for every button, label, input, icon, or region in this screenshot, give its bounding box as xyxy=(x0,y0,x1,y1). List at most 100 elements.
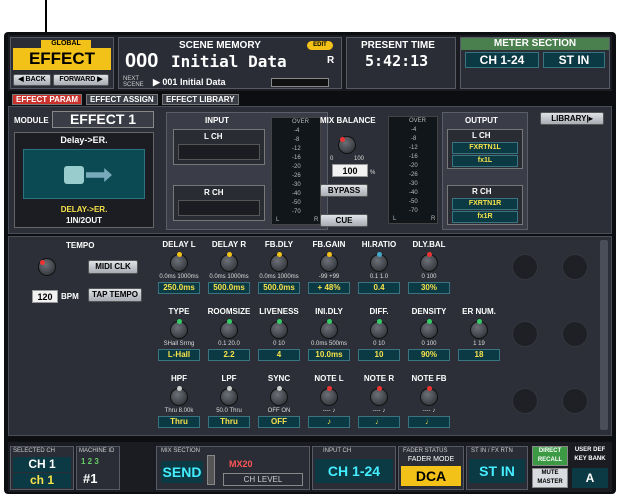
module-selector[interactable]: EFFECT 1 xyxy=(52,111,154,128)
param-value[interactable]: L-Hall xyxy=(158,349,200,361)
cue-button[interactable]: CUE xyxy=(320,214,368,227)
param-knob[interactable] xyxy=(170,386,188,406)
input-l-slot[interactable] xyxy=(178,144,260,160)
param-knob[interactable] xyxy=(370,252,388,272)
param-knob[interactable] xyxy=(270,386,288,406)
selected-ch-box[interactable]: SELECTED CH CH 1 ch 1 xyxy=(10,446,74,490)
back-button[interactable]: ◀ BACK xyxy=(13,74,51,86)
midi-clk-button[interactable]: MIDI CLK xyxy=(88,260,138,274)
param-value[interactable]: 250.0ms xyxy=(158,282,200,294)
knob-indicator xyxy=(227,319,232,324)
param-name: ER NUM. xyxy=(462,307,496,316)
tempo-value[interactable]: 120 xyxy=(32,290,58,303)
param-knob[interactable] xyxy=(320,386,338,406)
param-knob[interactable] xyxy=(320,252,338,272)
param-value[interactable]: 4 xyxy=(258,349,300,361)
param-name: TYPE xyxy=(168,307,190,316)
forward-button[interactable]: FORWARD ▶ xyxy=(53,74,109,86)
tab-effect-library[interactable]: EFFECT LIBRARY xyxy=(162,94,239,105)
output-r-name: fx1R xyxy=(452,211,518,223)
input-l-box[interactable]: L CH xyxy=(173,129,265,165)
param-value[interactable]: 0.4 xyxy=(358,282,400,294)
param-range: ---- ♪ xyxy=(422,408,436,414)
input-ch-box[interactable]: INPUT CH CH 1-24 xyxy=(312,446,396,490)
output-l-box[interactable]: L CH FXRTN1L fx1L xyxy=(447,129,523,169)
param-scrollbar[interactable] xyxy=(600,240,608,430)
meter-section-box[interactable]: METER SECTION CH 1-24 ST IN xyxy=(460,37,610,89)
param-value[interactable]: 500.0ms xyxy=(258,282,300,294)
tab-effect-assign[interactable]: EFFECT ASSIGN xyxy=(86,94,158,105)
present-time-box: PRESENT TIME 5:42:13 xyxy=(346,37,456,89)
param-value[interactable]: 500.0ms xyxy=(208,282,250,294)
bypass-button[interactable]: BYPASS xyxy=(320,184,368,197)
param-knob[interactable] xyxy=(220,252,238,272)
tab-effect-param[interactable]: EFFECT PARAM xyxy=(12,94,83,105)
param-value[interactable]: ♪ xyxy=(308,416,350,428)
mix-min: 0 xyxy=(330,156,334,162)
tap-tempo-button[interactable]: TAP TEMPO xyxy=(88,288,142,302)
output-l-port[interactable]: FXRTN1L xyxy=(452,142,518,154)
mix-section-box[interactable]: MIX SECTION SEND MX20 CH LEVEL xyxy=(156,446,310,490)
input-l-label: L CH xyxy=(204,132,223,141)
param-value[interactable]: ♩ xyxy=(358,416,400,428)
knob-indicator xyxy=(427,386,432,391)
fader-mode: FADER MODE xyxy=(407,456,455,463)
param-knob[interactable] xyxy=(370,386,388,406)
param-knob[interactable] xyxy=(220,319,238,339)
scene-memory-box[interactable]: SCENE MEMORY EDIT 000 Initial Data R NEX… xyxy=(118,37,342,89)
effect-graphic-icon xyxy=(23,149,145,199)
mix-title: MIX BALANCE xyxy=(320,116,376,125)
output-r-port[interactable]: FXRTN1R xyxy=(452,198,518,210)
direct-recall-button[interactable]: DIRECT RECALL xyxy=(532,446,568,466)
param-knob[interactable] xyxy=(420,386,438,406)
param-value[interactable]: Thru xyxy=(158,416,200,428)
input-r-box[interactable]: R CH xyxy=(173,185,265,221)
sel-title: SELECTED CH xyxy=(13,448,56,454)
meter-st-button[interactable]: ST IN xyxy=(543,52,605,68)
mix-value[interactable]: 100 xyxy=(332,164,368,177)
param-knob[interactable] xyxy=(320,319,338,339)
output-l-name: fx1L xyxy=(452,155,518,167)
param-value[interactable]: 30% xyxy=(408,282,450,294)
param-value[interactable]: 18 xyxy=(458,349,500,361)
param-range: 1 19 xyxy=(473,341,485,347)
input-r-slot[interactable] xyxy=(178,200,260,216)
global-box[interactable]: GLOBAL EFFECT ◀ BACK FORWARD ▶ xyxy=(10,37,114,89)
time-title: PRESENT TIME xyxy=(361,40,435,51)
param-value[interactable]: + 48% xyxy=(308,282,350,294)
meter-scale-9: -50 xyxy=(292,200,301,206)
stin-box[interactable]: ST IN / FX RTN ST IN xyxy=(466,446,528,490)
machine-id: #1 xyxy=(83,471,98,486)
param-range: 0.1 1.0 xyxy=(369,274,389,280)
param-value[interactable]: 2.2 xyxy=(208,349,250,361)
param-knob[interactable] xyxy=(170,252,188,272)
param-knob[interactable] xyxy=(420,252,438,272)
knob-indicator xyxy=(327,386,332,391)
param-value[interactable]: 90% xyxy=(408,349,450,361)
sel-ch: CH 1 xyxy=(13,457,71,472)
param-knob[interactable] xyxy=(370,319,388,339)
output-r-box[interactable]: R CH FXRTN1R fx1R xyxy=(447,185,523,225)
effect-type-box[interactable]: Delay->ER. DELAY->ER. 1IN/2OUT xyxy=(14,132,154,228)
param-range: 50.0 Thru xyxy=(216,408,242,414)
param-value[interactable]: OFF xyxy=(258,416,300,428)
param-value[interactable]: ♩ xyxy=(408,416,450,428)
param-value[interactable]: 10 xyxy=(358,349,400,361)
tempo-knob[interactable] xyxy=(38,258,56,276)
param-knob[interactable] xyxy=(470,319,488,339)
param-knob[interactable] xyxy=(220,386,238,406)
param-knob[interactable] xyxy=(270,252,288,272)
meter-ch-button[interactable]: CH 1-24 xyxy=(465,52,539,68)
param-knob[interactable] xyxy=(170,319,188,339)
mix-balance-knob[interactable] xyxy=(338,136,356,154)
fader-status-box[interactable]: FADER STATUS FADER MODE DCA xyxy=(398,446,464,490)
user-bank[interactable]: A xyxy=(572,468,608,488)
knob-indicator xyxy=(277,386,282,391)
param-knob[interactable] xyxy=(270,319,288,339)
mute-master-button[interactable]: MUTE MASTER xyxy=(532,468,568,488)
param-value[interactable]: Thru xyxy=(208,416,250,428)
param-value[interactable]: 10.0ms xyxy=(308,349,350,361)
knob-indicator xyxy=(427,319,432,324)
library-button[interactable]: LIBRARY|▸ xyxy=(540,112,604,125)
param-knob[interactable] xyxy=(420,319,438,339)
